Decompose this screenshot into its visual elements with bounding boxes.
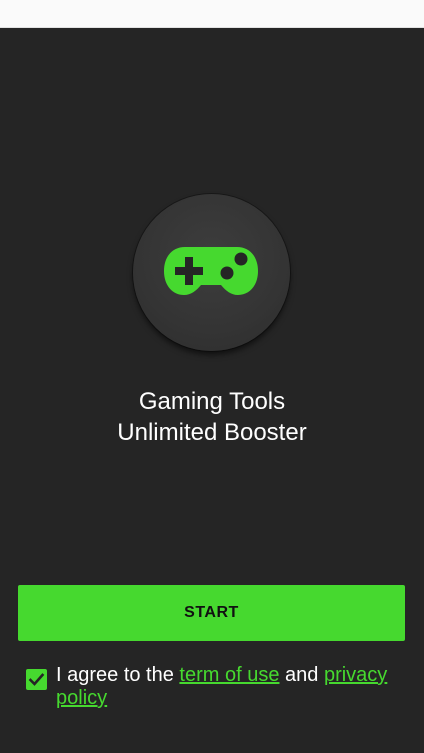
terms-of-use-link[interactable]: term of use <box>179 664 279 686</box>
start-button[interactable]: START <box>18 585 405 641</box>
agreement-text: I agree to the term of use and privacy p… <box>56 664 401 710</box>
agree-checkbox[interactable] <box>26 669 47 690</box>
app-title-line2: Unlimited Booster <box>117 419 307 446</box>
app-logo <box>133 194 290 351</box>
app-title-line1: Gaming Tools <box>138 388 286 415</box>
gamepad-icon <box>164 247 258 295</box>
checkmark-icon <box>28 673 45 686</box>
agreement-prefix: I agree to the <box>56 664 180 686</box>
status-bar <box>0 0 424 28</box>
agreement-conjunction: and <box>279 664 324 686</box>
app-title: Gaming Tools Unlimited Booster <box>0 386 424 448</box>
splash-screen: Gaming Tools Unlimited Booster START I a… <box>0 28 424 753</box>
